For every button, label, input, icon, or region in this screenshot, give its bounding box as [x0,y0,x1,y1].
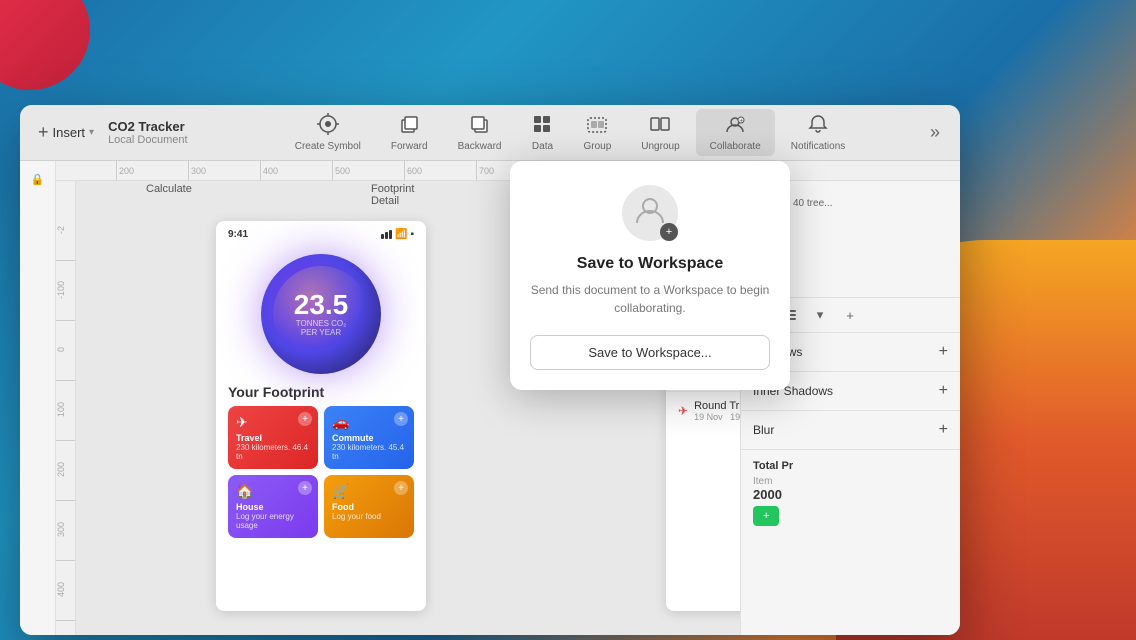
save-popup: + Save to Workspace Send this document t… [510,161,790,390]
save-to-workspace-button[interactable]: Save to Workspace... [530,335,770,370]
popup-avatar-plus-icon: + [660,223,678,241]
popup-overlay: + Save to Workspace Send this document t… [20,105,960,635]
popup-description: Send this document to a Workspace to beg… [530,281,770,317]
popup-title: Save to Workspace [577,255,723,273]
bg-blob-red [0,0,90,90]
app-window: + Insert ▾ CO2 Tracker Local Document [20,105,960,635]
popup-avatar: + [622,185,678,241]
